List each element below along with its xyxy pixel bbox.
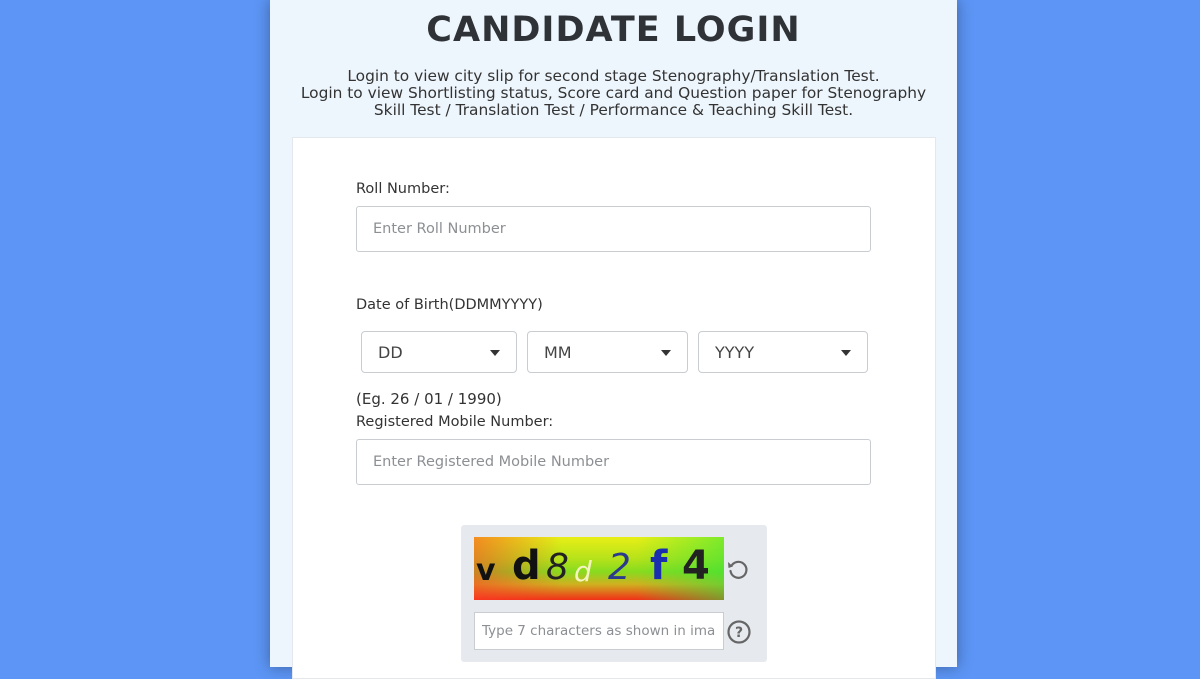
login-form-card: Roll Number: Date of Birth(DDMMYYYY) DD … (292, 137, 936, 679)
subtitle-line-1: Login to view city slip for second stage… (347, 67, 880, 85)
dob-year-select[interactable]: YYYY (698, 331, 868, 373)
captcha-image: v d 8 d 2 f 4 (474, 537, 724, 600)
caret-down-icon (841, 350, 851, 356)
dob-month-value: MM (544, 343, 572, 362)
page-subtitle: Login to view city slip for second stage… (286, 68, 941, 119)
captcha-char: d (574, 555, 592, 588)
help-icon-glyph: ? (727, 620, 751, 644)
dob-label: Date of Birth(DDMMYYYY) (356, 297, 543, 313)
captcha-input[interactable] (474, 612, 724, 650)
dob-day-value: DD (378, 343, 403, 362)
svg-text:?: ? (735, 625, 743, 641)
refresh-icon-glyph (728, 560, 748, 579)
subtitle-line-2: Login to view Shortlisting status, Score… (300, 84, 927, 119)
login-panel: CANDIDATE LOGIN Login to view city slip … (270, 0, 957, 679)
page-title: CANDIDATE LOGIN (426, 10, 801, 50)
dob-example: (Eg. 26 / 01 / 1990) (356, 390, 502, 408)
captcha-char: 2 (608, 547, 631, 588)
dob-day-select[interactable]: DD (361, 331, 517, 373)
captcha-char: d (512, 543, 541, 589)
roll-number-input[interactable] (356, 206, 871, 252)
roll-number-label: Roll Number: (356, 181, 450, 197)
dob-month-select[interactable]: MM (527, 331, 688, 373)
captcha-char: v (476, 553, 496, 588)
captcha-box: v d 8 d 2 f 4 ? (461, 525, 767, 662)
mobile-number-input[interactable] (356, 439, 871, 485)
help-circle-icon[interactable]: ? (726, 619, 752, 645)
refresh-icon[interactable] (725, 556, 751, 582)
caret-down-icon (661, 350, 671, 356)
captcha-char: 8 (546, 547, 569, 588)
mobile-label: Registered Mobile Number: (356, 414, 554, 430)
dob-year-value: YYYY (715, 343, 755, 362)
captcha-char: 4 (682, 543, 710, 589)
captcha-char: f (650, 543, 668, 589)
caret-down-icon (490, 350, 500, 356)
